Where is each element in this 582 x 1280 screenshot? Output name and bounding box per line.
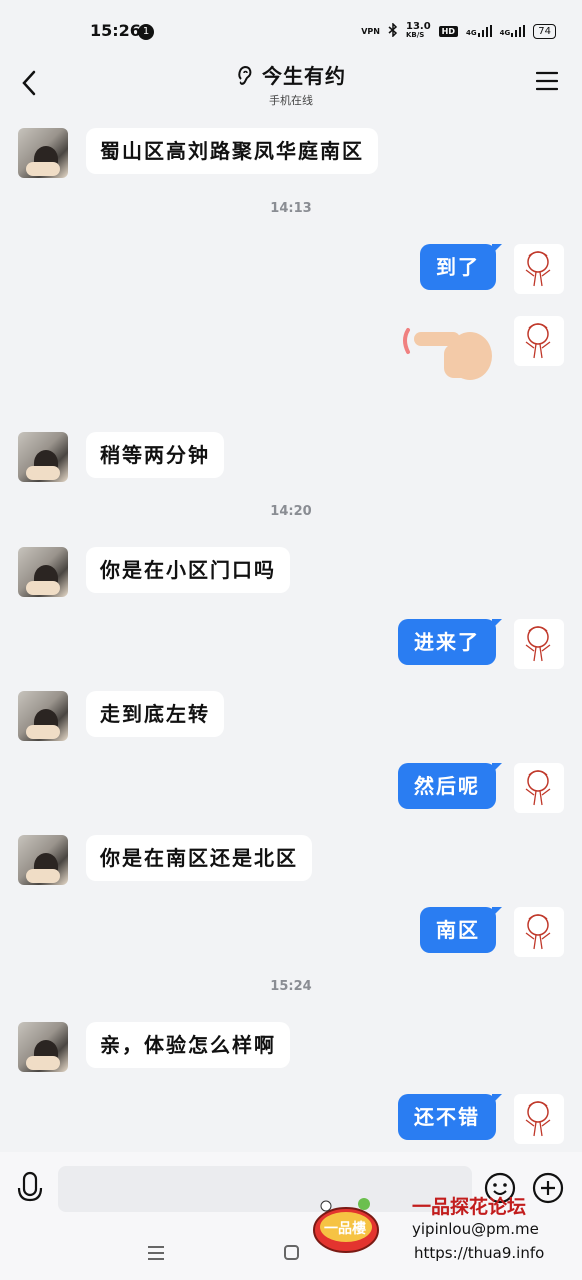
contact-avatar[interactable] (18, 835, 68, 885)
message-bubble: 稍等两分钟 (86, 432, 224, 478)
message-bubble: 亲，体验怎么样啊 (86, 1022, 290, 1068)
self-avatar[interactable] (514, 763, 564, 813)
contact-avatar[interactable] (18, 547, 68, 597)
message-bubble-self: 南区 (420, 907, 502, 953)
add-button[interactable] (532, 1172, 564, 1204)
message-bubble: 你是在小区门口吗 (86, 547, 290, 593)
menu-button[interactable] (535, 70, 559, 92)
contact-avatar[interactable] (18, 1022, 68, 1072)
chat-header: 今生有约 手机在线 (0, 56, 582, 112)
message-input[interactable] (58, 1166, 472, 1212)
watermark-logo: 一品樓 (312, 1196, 380, 1254)
self-avatar[interactable] (514, 907, 564, 957)
menu-lines-icon (148, 1246, 164, 1260)
square-icon (284, 1245, 299, 1260)
signal-icon-1: 4G (466, 25, 492, 37)
message-bubble: 你是在南区还是北区 (86, 835, 312, 881)
speed-unit: KB/S (405, 31, 425, 39)
status-time: 15:26 (90, 21, 141, 40)
message-bubble-self: 进来了 (398, 619, 502, 665)
message-bubble-self: 到了 (420, 244, 502, 290)
sticker-pointing-hand[interactable] (400, 320, 496, 386)
online-status: 手机在线 (269, 93, 313, 107)
contact-avatar[interactable] (18, 691, 68, 741)
self-avatar[interactable] (514, 619, 564, 669)
vpn-icon: VPN (361, 26, 380, 36)
self-avatar[interactable] (514, 244, 564, 294)
voice-button[interactable] (16, 1170, 44, 1206)
chat-title: 今生有约 (236, 60, 346, 89)
battery-icon: 74 (533, 23, 556, 39)
watermark-logo-text: 一品樓 (324, 1221, 366, 1237)
self-avatar[interactable] (514, 316, 564, 366)
signal-icon-2: 4G (500, 25, 526, 37)
message-timestamp: 14:13 (270, 201, 312, 216)
message-bubble: 走到底左转 (86, 691, 224, 737)
contact-avatar[interactable] (18, 432, 68, 482)
message-timestamp: 14:20 (270, 504, 312, 519)
message-bubble-self: 然后呢 (398, 763, 502, 809)
chat-title-text: 今生有约 (262, 64, 346, 88)
notification-badge: 1 (138, 24, 154, 40)
speed-value: 13.0 (405, 21, 431, 32)
watermark-url: https://thua9.info (414, 1244, 545, 1262)
title-area: 今生有约 手机在线 (0, 60, 582, 108)
contact-avatar[interactable] (18, 128, 68, 178)
bluetooth-icon (388, 21, 398, 40)
plus-circle-icon (532, 1172, 564, 1204)
message-bubble-self: 还不错 (398, 1094, 502, 1140)
hd-icon: HD (438, 25, 459, 37)
ear-icon (238, 65, 252, 85)
recent-apps-button[interactable] (146, 1244, 166, 1262)
message-timestamp: 15:24 (270, 979, 312, 994)
status-bar: 15:26 1 VPN 13.0 KB/S HD 4G 4G 74 (0, 0, 582, 64)
microphone-icon (17, 1171, 43, 1202)
message-bubble: 蜀山区高刘路聚凤华庭南区 (86, 128, 378, 174)
network-speed: 13.0 KB/S (406, 22, 431, 40)
hamburger-icon (535, 71, 559, 91)
status-icons: VPN 13.0 KB/S HD 4G 4G 74 (361, 22, 556, 40)
watermark-email: yipinlou@pm.me (412, 1220, 539, 1238)
watermark-title: 一品探花论坛 (412, 1196, 527, 1218)
home-button[interactable] (283, 1244, 301, 1262)
self-avatar[interactable] (514, 1094, 564, 1144)
